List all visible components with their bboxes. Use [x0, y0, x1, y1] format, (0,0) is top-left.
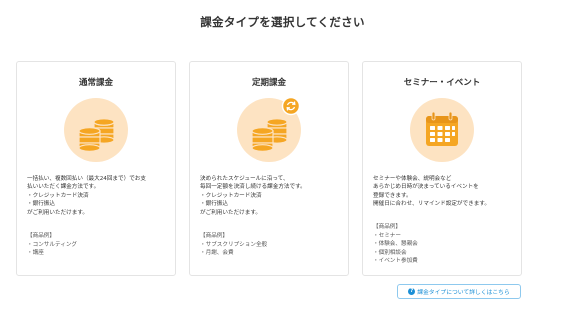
list-item: ・コンサルティング [27, 242, 78, 248]
coins-recurring-icon [237, 96, 301, 162]
card-title: 定期課金 [251, 78, 286, 88]
list-item: ・個別相談会 [373, 249, 407, 256]
list-item: ・イベント参加費 [373, 258, 418, 265]
card-title: セミナー・イベント [403, 78, 481, 88]
list-item: ・セミナー [373, 233, 401, 239]
card-description: 決められたスケジュールに沿って、 毎回一定額を決済し続ける課金方法です。 ・クレ… [200, 176, 306, 216]
calendar-icon [410, 98, 474, 162]
list-item: ・月謝、会費 [200, 250, 234, 257]
examples-list: ・コンサルティング ・講座 [27, 241, 172, 258]
examples-list: ・セミナー ・体験会、懇親会 ・個別相談会 ・イベント参加費 [373, 232, 518, 266]
billing-type-card-normal[interactable]: 通常課金 一括払い、複数回払い（最大24回まで）でお支 払いいただく課金方法です… [16, 61, 176, 276]
billing-type-help-link[interactable]: ? 課金タイプについて詳しくはこちら [397, 284, 521, 299]
list-item: ・サブスクリプション全般 [200, 242, 268, 248]
examples-title: 【商品例】 [200, 233, 228, 239]
billing-type-card-event[interactable]: セミナー・イベント セミナーや体験会、説明会など あらかじめ日時が決まっているイ… [362, 61, 522, 276]
card-description: 一括払い、複数回払い（最大24回まで）でお支 払いいただく課金方法です。 ・クレ… [27, 176, 146, 216]
question-icon: ? [408, 288, 416, 295]
card-title: 通常課金 [78, 78, 113, 88]
help-link-label: 課金タイプについて詳しくはこちら [417, 290, 510, 296]
list-item: ・講座 [27, 250, 44, 257]
examples-title: 【商品例】 [27, 233, 55, 239]
coins-icon [64, 98, 128, 162]
page-title: 課金タイプを選択してください [200, 15, 365, 29]
card-description: セミナーや体験会、説明会など あらかじめ日時が決まっているイベントを 登録できま… [373, 176, 490, 208]
examples-list: ・サブスクリプション全般 ・月謝、会費 [200, 241, 345, 258]
list-item: ・体験会、懇親会 [373, 241, 418, 248]
billing-type-card-recurring[interactable]: 定期課金 決められたスケジュールに沿って、 毎回一定額を決済し続ける課金方法です… [189, 61, 349, 276]
examples-title: 【商品例】 [373, 224, 401, 230]
